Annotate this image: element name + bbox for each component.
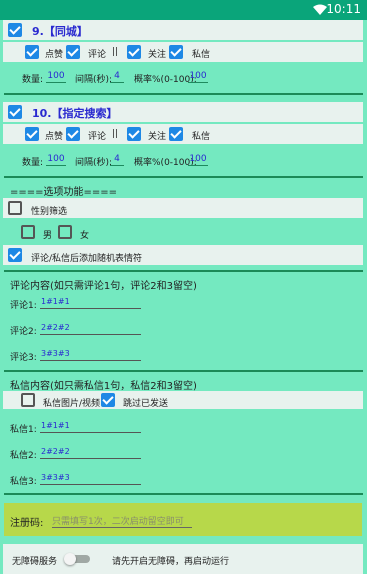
accessibility-label: 无障碍服务 bbox=[12, 557, 58, 567]
group9-comment-label: 评论 bbox=[88, 50, 107, 60]
female-checkbox[interactable] bbox=[58, 225, 72, 239]
message-media-checkbox[interactable] bbox=[21, 393, 35, 407]
group9-interval-input[interactable]: 4 bbox=[110, 70, 124, 83]
group10-prob-input[interactable]: 100 bbox=[188, 153, 208, 166]
comments-header: 评论内容(如只需评论1句，评论2和3留空) bbox=[10, 281, 197, 292]
accessibility-hint: 请先开启无障碍，再启动运行 bbox=[112, 557, 230, 567]
group9-prob-input[interactable]: 100 bbox=[188, 70, 208, 83]
comment1-label: 评论1: bbox=[10, 301, 37, 311]
group10-follow-label: 关注 bbox=[148, 132, 167, 142]
comment1-input[interactable]: 1#1#1 bbox=[40, 296, 141, 309]
divider bbox=[4, 493, 363, 495]
emoji-checkbox[interactable] bbox=[8, 248, 22, 262]
register-label: 注册码: bbox=[10, 518, 44, 529]
divider bbox=[4, 370, 363, 372]
divider bbox=[4, 176, 363, 178]
gender-filter-label: 性别筛选 bbox=[31, 207, 68, 217]
options-header: ====选项功能==== bbox=[10, 187, 118, 198]
message2-label: 私信2: bbox=[10, 451, 37, 461]
group10-comment-checkbox[interactable] bbox=[66, 127, 80, 141]
message1-label: 私信1: bbox=[10, 425, 37, 435]
group9-comment-checkbox[interactable] bbox=[66, 45, 80, 59]
skip-sent-checkbox[interactable] bbox=[101, 393, 115, 407]
group10-interval-label: 间隔(秒): bbox=[75, 158, 113, 168]
status-bar: 10:11 bbox=[0, 0, 367, 20]
comment2-label: 评论2: bbox=[10, 327, 37, 337]
comment2-input[interactable]: 2#2#2 bbox=[40, 322, 141, 335]
female-label: 女 bbox=[80, 231, 90, 241]
comment3-input[interactable]: 3#3#3 bbox=[40, 348, 141, 361]
message3-input[interactable]: 3#3#3 bbox=[40, 472, 141, 485]
register-input[interactable]: 只需填写1次，二次启动留空即可 bbox=[52, 514, 192, 528]
wifi-icon bbox=[313, 4, 327, 15]
group9-follow-label: 关注 bbox=[148, 50, 167, 60]
message2-input[interactable]: 2#2#2 bbox=[40, 446, 141, 459]
group10-message-checkbox[interactable] bbox=[169, 127, 183, 141]
group10-count-input[interactable]: 100 bbox=[46, 153, 66, 166]
group10-like-label: 点赞 bbox=[45, 132, 64, 142]
group9-interval-label: 间隔(秒): bbox=[75, 75, 113, 85]
skip-sent-label: 跳过已发送 bbox=[123, 399, 169, 409]
group10-message-label: 私信 bbox=[192, 132, 211, 142]
group10-comment-label: 评论 bbox=[88, 132, 107, 142]
group9-message-checkbox[interactable] bbox=[169, 45, 183, 59]
male-checkbox[interactable] bbox=[21, 225, 35, 239]
group9-message-label: 私信 bbox=[192, 50, 211, 60]
messages-header: 私信内容(如只需私信1句，私信2和3留空) bbox=[10, 381, 197, 392]
group10-enable-checkbox[interactable] bbox=[8, 105, 22, 119]
message3-label: 私信3: bbox=[10, 477, 37, 487]
group10-like-checkbox[interactable] bbox=[25, 127, 39, 141]
group9-enable-checkbox[interactable] bbox=[8, 23, 22, 37]
divider bbox=[4, 93, 363, 95]
group9-like-label: 点赞 bbox=[45, 50, 64, 60]
group10-title: 10.【指定搜索】 bbox=[32, 107, 118, 120]
group9-separator: || bbox=[112, 47, 119, 57]
divider bbox=[4, 270, 363, 272]
emoji-label: 评论/私信后添加随机表情符 bbox=[31, 254, 143, 264]
message-media-label: 私信图片/视频 bbox=[43, 399, 101, 409]
group10-interval-input[interactable]: 4 bbox=[110, 153, 124, 166]
group9-count-input[interactable]: 100 bbox=[46, 70, 66, 83]
group10-separator: || bbox=[112, 129, 119, 139]
male-label: 男 bbox=[43, 231, 53, 241]
group9-follow-checkbox[interactable] bbox=[127, 45, 141, 59]
clock: 10:11 bbox=[326, 2, 361, 16]
group9-title: 9.【同城】 bbox=[32, 25, 88, 38]
group10-follow-checkbox[interactable] bbox=[127, 127, 141, 141]
gender-filter-checkbox[interactable] bbox=[8, 201, 22, 215]
message1-input[interactable]: 1#1#1 bbox=[40, 420, 141, 433]
accessibility-toggle[interactable] bbox=[64, 553, 90, 565]
group9-like-checkbox[interactable] bbox=[25, 45, 39, 59]
group10-count-label: 数量: bbox=[22, 158, 44, 168]
group9-count-label: 数量: bbox=[22, 75, 44, 85]
toggle-thumb bbox=[64, 553, 76, 565]
comment3-label: 评论3: bbox=[10, 353, 37, 363]
